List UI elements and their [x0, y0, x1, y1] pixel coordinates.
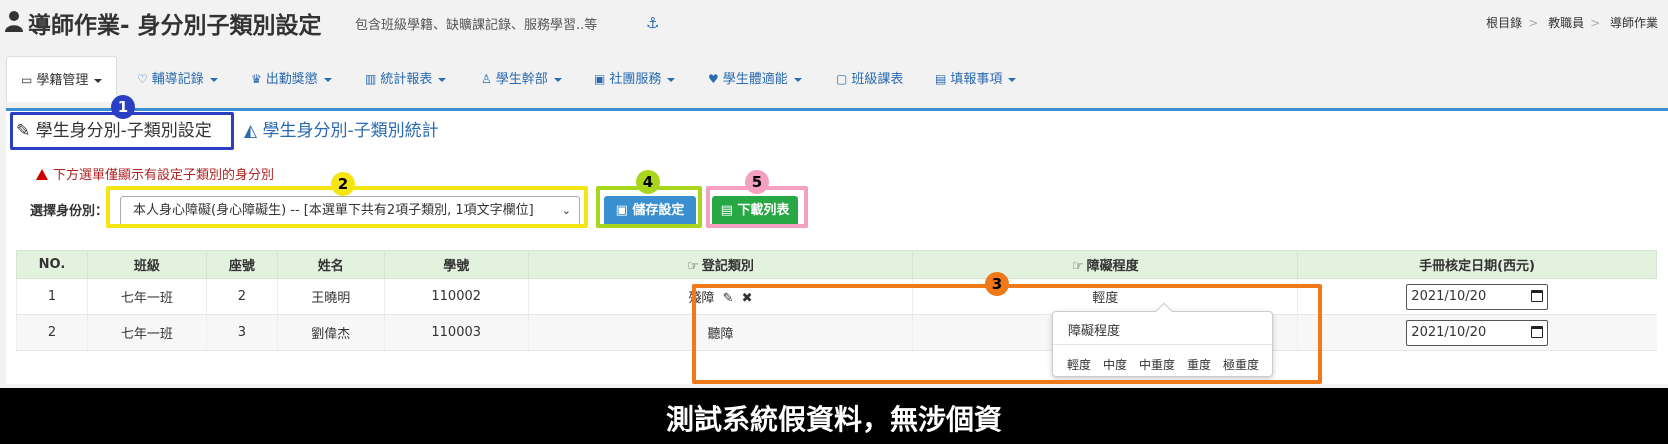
cell-seat: 2: [205, 278, 278, 315]
breadcrumb-item-current: 導師作業: [1609, 16, 1658, 30]
chevron-down-icon: [94, 78, 103, 83]
page-header: 導師作業- 身分別子類別設定 包含班級學籍、缺曠課記錄、服務學習..等 ⚓ 根目…: [0, 0, 1668, 50]
area-chart-icon: ◭: [244, 121, 258, 141]
chevron-down-icon: [1008, 77, 1017, 82]
annotation-badge-5: 5: [745, 170, 769, 194]
cell-class: 七年一班: [86, 314, 207, 351]
breadcrumb-item-staff[interactable]: 教職員: [1548, 16, 1584, 30]
menu-item-attendance[interactable]: ♛ 出勤獎懲: [251, 56, 332, 102]
breadcrumb: 根目錄 > 教職員 > 導師作業: [1486, 16, 1658, 30]
menu-item-cadres[interactable]: ♙ 學生幹部: [481, 56, 562, 102]
cell-name: 王曉明: [276, 278, 385, 315]
calendar-icon: ▢: [836, 72, 848, 86]
annotation-box-3: [692, 284, 1322, 384]
breadcrumb-item-root[interactable]: 根目錄: [1486, 16, 1522, 30]
cell-student-id: 110003: [383, 314, 529, 351]
menu-item-student-records[interactable]: ▭ 學籍管理: [6, 56, 118, 102]
bar-chart-icon: ▥: [365, 72, 377, 86]
gift-icon: ▣: [594, 72, 606, 86]
menu-item-forms[interactable]: ▤ 填報事項: [935, 56, 1017, 102]
calendar-icon[interactable]: [1531, 289, 1544, 302]
chevron-down-icon: [323, 77, 332, 82]
form-icon: ▤: [935, 72, 947, 86]
chevron-down-icon: [553, 77, 562, 82]
hand-pointer-icon: ☞: [687, 259, 699, 274]
cell-date: 2021/10/20: [1297, 278, 1657, 315]
cell-no: 2: [16, 314, 88, 351]
calendar-icon[interactable]: [1531, 325, 1544, 338]
date-input[interactable]: 2021/10/20: [1406, 283, 1549, 310]
chevron-down-icon: [793, 77, 802, 82]
anchor-icon[interactable]: ⚓: [646, 14, 659, 32]
menu-item-timetable[interactable]: ▢ 班級課表: [836, 56, 903, 102]
col-header-degree: ☞ 障礙程度: [912, 250, 1299, 279]
col-header-seat: 座號: [205, 250, 278, 279]
table-header-row: NO. 班級 座號 姓名 學號 ☞ 登記類別 ☞ 障礙程度 手冊核定日期(西元): [16, 250, 1657, 279]
warning-icon: [36, 169, 48, 180]
col-header-no: NO.: [16, 250, 88, 279]
chevron-down-icon: [438, 77, 447, 82]
menu-item-reports[interactable]: ▥ 統計報表: [365, 56, 447, 102]
annotation-badge-4: 4: [636, 170, 660, 194]
col-header-id: 學號: [383, 250, 529, 279]
cell-seat: 3: [205, 314, 278, 351]
hand-pointer-icon: ☞: [1071, 259, 1084, 274]
annotation-badge-1: 1: [111, 95, 135, 119]
col-header-date: 手冊核定日期(西元): [1297, 250, 1657, 279]
col-header-name: 姓名: [276, 250, 385, 279]
cell-no: 1: [16, 278, 88, 315]
cell-date: 2021/10/20: [1297, 314, 1657, 351]
page-title: 導師作業- 身分別子類別設定: [28, 13, 322, 39]
menu-item-counseling[interactable]: ♡ 輔導記錄: [137, 56, 218, 102]
id-card-icon: ▭: [21, 73, 33, 87]
date-input[interactable]: 2021/10/20: [1406, 319, 1549, 346]
page-subtitle: 包含班級學籍、缺曠課記錄、服務學習..等: [355, 18, 598, 33]
cell-class: 七年一班: [86, 278, 207, 315]
chevron-down-icon: [209, 77, 218, 82]
chevron-down-icon: [667, 77, 676, 82]
caption-text: 測試系統假資料，無涉個資: [665, 403, 1002, 436]
annotation-badge-3: 3: [985, 272, 1009, 296]
cell-name: 劉偉杰: [276, 314, 385, 351]
tab-subcategory-stats[interactable]: ◭ 學生身分別-子類別統計: [244, 116, 439, 146]
annotation-badge-2: 2: [331, 172, 355, 196]
heart-icon: ♡: [137, 72, 148, 86]
cell-student-id: 110002: [383, 278, 529, 315]
menu-item-clubs[interactable]: ▣ 社團服務: [594, 56, 676, 102]
main-menu: ▭ 學籍管理 ♡ 輔導記錄 ♛ 出勤獎懲 ▥ 統計報表 ♙ 學生幹部 ▣ 社團服務 ♥ 學生體…: [0, 56, 1668, 102]
col-header-class: 班級: [86, 250, 207, 279]
trophy-icon: ♛: [251, 72, 262, 86]
warning-message: 下方選單僅顯示有設定子類別的身分別: [36, 164, 274, 183]
heartbeat-icon: ♥: [708, 72, 719, 86]
identity-select-label: 選擇身份別：: [30, 204, 109, 219]
person-icon: ♙: [481, 72, 492, 86]
col-header-category: ☞ 登記類別: [527, 250, 914, 279]
menu-item-fitness[interactable]: ♥ 學生體適能: [708, 56, 802, 102]
user-icon: [5, 11, 23, 32]
